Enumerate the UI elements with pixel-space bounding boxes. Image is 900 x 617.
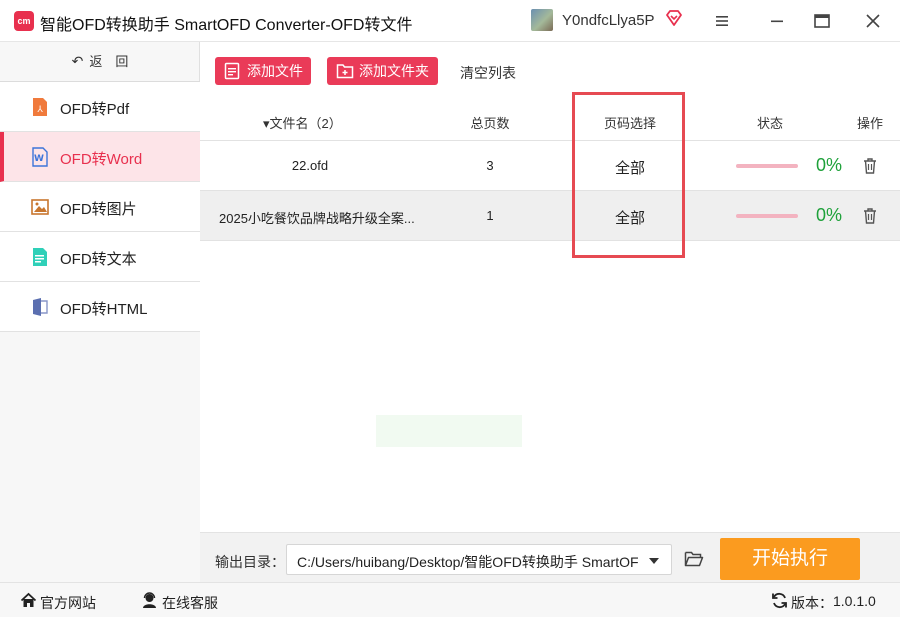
page-range-highlight-box <box>572 92 685 258</box>
back-arrow-icon: ↶ <box>71 53 84 69</box>
add-file-icon <box>224 62 240 80</box>
svg-text:⅄: ⅄ <box>36 105 43 115</box>
output-bar: 输出目录： C:/Users/huibang/Desktop/智能OFD转换助手… <box>200 532 900 582</box>
column-header-pages: 总页数 <box>470 116 510 131</box>
image-icon <box>31 199 49 215</box>
file-name: 22.ofd <box>291 158 329 173</box>
version-label: 版本： <box>791 595 833 611</box>
text-file-icon <box>33 248 47 266</box>
version-number: 1.0.1.0 <box>833 593 876 609</box>
output-dir-value: C:/Users/huibang/Desktop/智能OFD转换助手 Smart… <box>297 554 639 570</box>
progress-bar <box>736 164 798 168</box>
online-support-link[interactable]: 在线客服 <box>162 593 218 613</box>
trash-icon[interactable] <box>862 157 878 175</box>
toolbar: 添加文件 添加文件夹 清空列表 <box>200 42 900 100</box>
maximize-icon[interactable] <box>811 10 833 32</box>
word-icon: W <box>32 147 48 167</box>
trash-icon[interactable] <box>862 207 878 225</box>
page-count: 1 <box>486 208 494 223</box>
folder-open-icon[interactable] <box>684 550 704 568</box>
pdf-icon: ⅄ <box>33 98 47 116</box>
app-logo: cm <box>14 11 34 31</box>
chevron-down-icon[interactable] <box>649 558 659 564</box>
sidebar-item-label: OFD转HTML <box>60 301 148 318</box>
refresh-icon[interactable] <box>771 592 788 609</box>
app-title: 智能OFD转换助手 SmartOFD Converter-OFD转文件 <box>40 17 413 34</box>
sidebar-item-text[interactable]: OFD转文本 <box>0 232 200 282</box>
clear-list-button[interactable]: 清空列表 <box>460 63 516 83</box>
minimize-icon[interactable] <box>766 10 788 32</box>
menu-icon[interactable] <box>711 10 733 32</box>
status-bar: 官方网站 在线客服 版本： 1.0.1.0 <box>0 582 900 617</box>
sidebar-item-pdf[interactable]: ⅄ OFD转Pdf <box>0 82 200 132</box>
add-folder-label: 添加文件夹 <box>359 63 429 79</box>
svg-text:W: W <box>34 154 44 164</box>
sidebar-item-image[interactable]: OFD转图片 <box>0 182 200 232</box>
close-icon[interactable] <box>862 10 884 32</box>
sidebar-item-word[interactable]: W OFD转Word <box>0 132 200 182</box>
table-row[interactable]: 2025小吃餐饮品牌战略升级全案... 1 全部 0% <box>200 191 900 241</box>
html-file-icon <box>33 298 48 316</box>
start-button[interactable]: 开始执行 <box>720 538 860 580</box>
progress-percent: 0% <box>816 205 843 225</box>
customer-service-icon <box>143 592 156 608</box>
add-file-label: 添加文件 <box>247 63 303 79</box>
add-file-button[interactable]: 添加文件 <box>215 57 311 85</box>
back-label: 返 回 <box>89 54 129 69</box>
file-name: 2025小吃餐饮品牌战略升级全案... <box>219 211 415 226</box>
official-website-link[interactable]: 官方网站 <box>40 593 96 613</box>
file-table-header: ▾文件名（2） 总页数 页码选择 状态 操作 <box>200 100 900 141</box>
back-button[interactable]: ↶ 返 回 <box>0 42 200 82</box>
output-dir-label: 输出目录： <box>215 554 285 570</box>
watermark <box>376 415 522 447</box>
column-header-action: 操作 <box>856 116 883 131</box>
username[interactable]: Y0ndfcLlya5P <box>562 12 655 29</box>
title-bar: cm 智能OFD转换助手 SmartOFD Converter-OFD转文件 Y… <box>0 0 900 42</box>
progress-percent: 0% <box>816 155 843 175</box>
home-icon <box>20 592 37 607</box>
output-dir-select[interactable]: C:/Users/huibang/Desktop/智能OFD转换助手 Smart… <box>286 544 672 575</box>
add-folder-icon <box>336 64 354 79</box>
table-row[interactable]: 22.ofd 3 全部 0% <box>200 141 900 191</box>
sidebar: ↶ 返 回 ⅄ OFD转Pdf W OFD转Word OFD转图片 OFD转文本 … <box>0 42 200 582</box>
progress-bar <box>736 214 798 218</box>
add-folder-button[interactable]: 添加文件夹 <box>327 57 438 85</box>
sidebar-item-html[interactable]: OFD转HTML <box>0 282 200 332</box>
sidebar-item-label: OFD转文本 <box>60 251 137 268</box>
vip-diamond-icon[interactable] <box>665 9 683 27</box>
user-avatar[interactable] <box>531 9 553 31</box>
sidebar-empty-area <box>0 332 200 582</box>
column-header-status: 状态 <box>756 116 783 131</box>
column-header-filename[interactable]: ▾文件名（2） <box>263 113 342 132</box>
sidebar-item-label: OFD转Pdf <box>60 101 130 118</box>
page-count: 3 <box>486 158 494 173</box>
sidebar-item-label: OFD转图片 <box>60 201 137 218</box>
sidebar-item-label: OFD转Word <box>60 151 143 168</box>
